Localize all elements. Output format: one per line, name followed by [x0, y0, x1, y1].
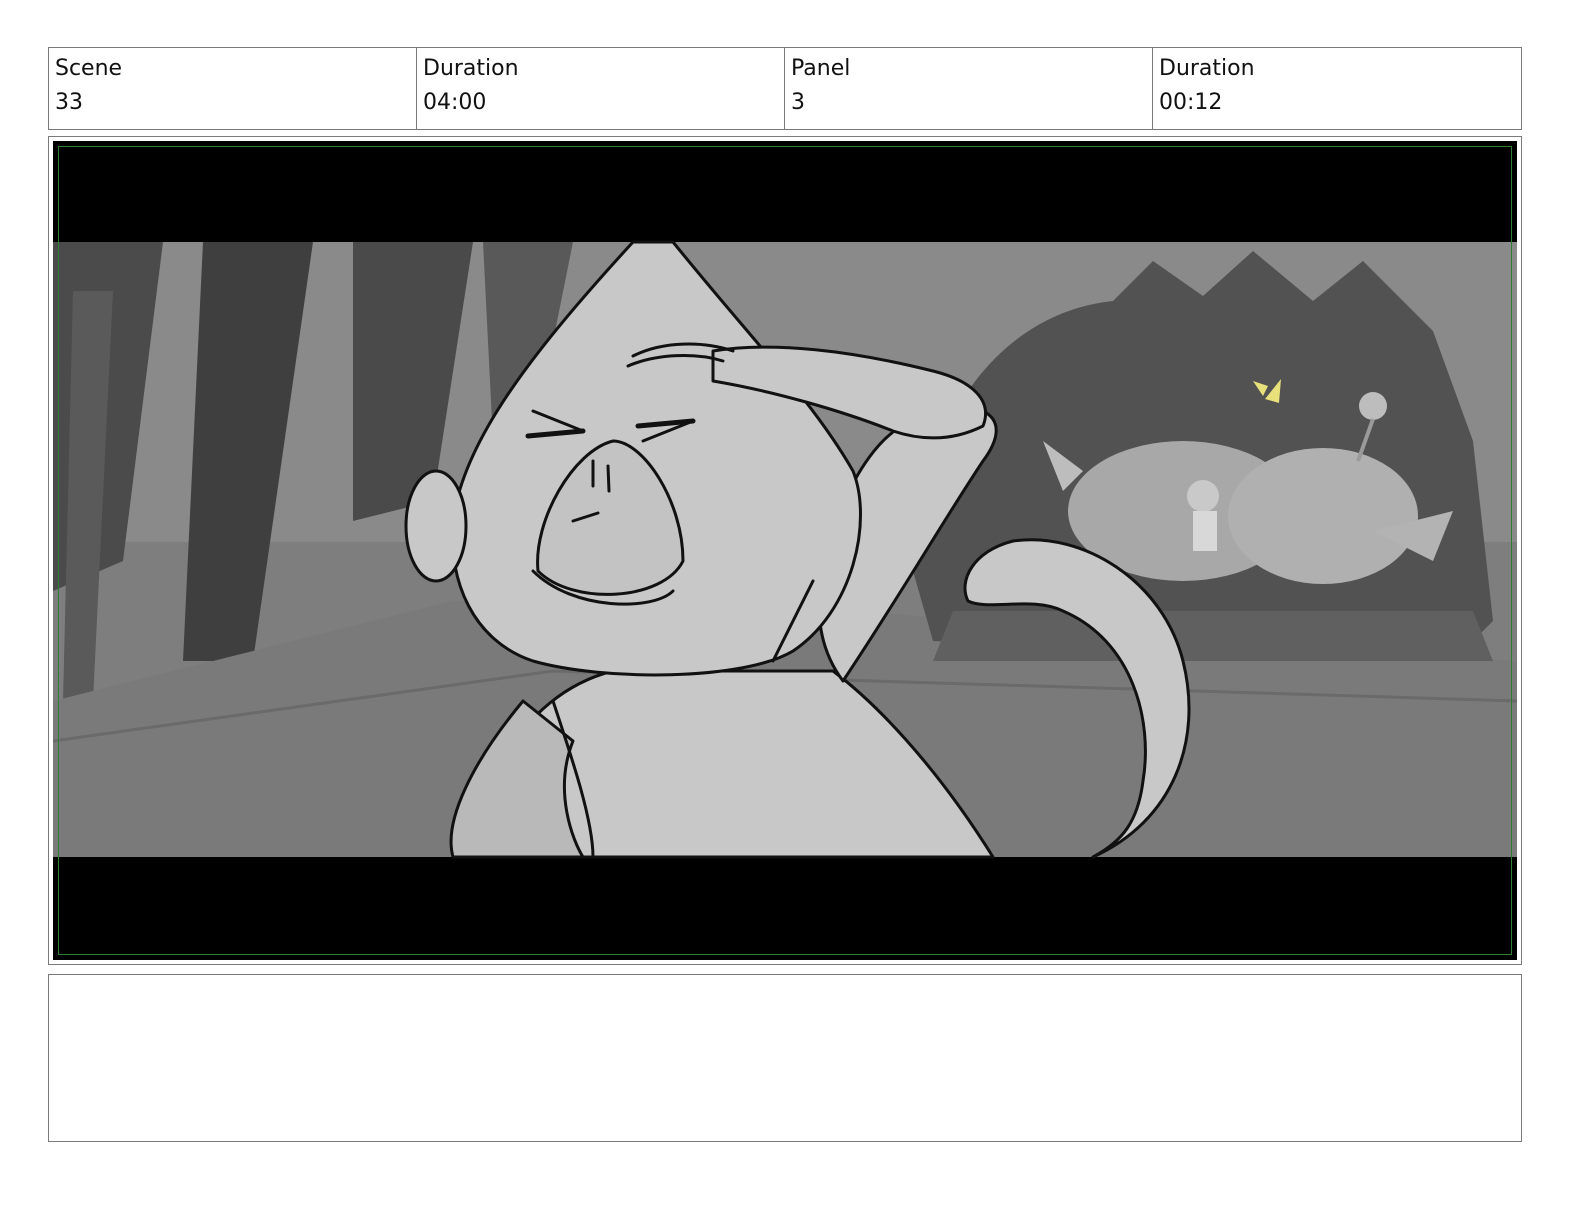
storyboard-panel-image: [53, 141, 1517, 960]
storyboard-panel-frame: [48, 136, 1522, 965]
letterbox-bottom: [53, 857, 1517, 960]
scene-duration-label: Duration: [423, 56, 519, 81]
panel-cell: Panel 3: [785, 48, 1153, 129]
scene-cell: Scene 33: [49, 48, 417, 129]
scene-duration-cell: Duration 04:00: [417, 48, 785, 129]
panel-value: 3: [791, 90, 805, 115]
panel-duration-value: 00:12: [1159, 90, 1223, 115]
panel-notes-box[interactable]: [48, 974, 1522, 1142]
panel-duration-label: Duration: [1159, 56, 1255, 81]
panel-info-table: Scene 33 Duration 04:00 Panel 3 Duration…: [48, 47, 1522, 130]
letterbox-top: [53, 141, 1517, 242]
scene-value: 33: [55, 90, 83, 115]
scene-label: Scene: [55, 56, 123, 81]
panel-duration-cell: Duration 00:12: [1153, 48, 1521, 129]
storyboard-sketch: [53, 141, 1517, 960]
scene-duration-value: 04:00: [423, 90, 487, 115]
panel-label: Panel: [791, 56, 851, 81]
